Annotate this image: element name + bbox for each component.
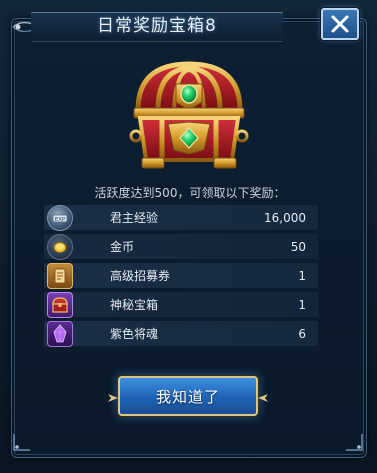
soul-crystal-glyph xyxy=(53,324,67,343)
reward-row-mystery-chest: 神秘宝箱 1 xyxy=(44,292,318,318)
treasure-chest-image xyxy=(129,61,249,169)
button-ornament-left xyxy=(108,394,118,402)
reward-name: 紫色将魂 xyxy=(110,327,159,341)
reward-quantity: 1 xyxy=(298,269,306,283)
corner-ornament-bottom-right xyxy=(346,434,363,451)
close-button[interactable] xyxy=(321,8,359,40)
lord-exp-icon: EXP xyxy=(47,205,73,231)
exp-badge-glyph: EXP xyxy=(52,214,68,223)
svg-text:EXP: EXP xyxy=(55,217,66,223)
recruit-ticket-icon xyxy=(47,263,73,289)
reward-name: 神秘宝箱 xyxy=(110,298,159,312)
reward-name: 高级招募券 xyxy=(110,269,171,283)
coin-glyph xyxy=(53,242,67,253)
reward-quantity: 16,000 xyxy=(264,211,306,225)
mystery-chest-icon xyxy=(47,292,73,318)
button-ornament-right xyxy=(258,394,268,402)
gold-coin-icon xyxy=(47,234,73,260)
purple-soul-icon xyxy=(47,321,73,347)
reward-row-recruit-ticket: 高级招募券 1 xyxy=(44,263,318,289)
corner-ornament-bottom-left xyxy=(13,434,30,451)
reward-row-purple-soul: 紫色将魂 6 xyxy=(44,321,318,347)
reward-quantity: 50 xyxy=(290,240,306,254)
confirm-button-label: 我知道了 xyxy=(155,388,220,406)
reward-condition-text: 活跃度达到500，可领取以下奖励： xyxy=(94,186,286,200)
ticket-glyph xyxy=(54,268,66,284)
reward-list: EXP 君主经验 16,000 金币 50 高级招募券 1 神秘宝箱 1 紫色将… xyxy=(44,205,318,350)
reward-name: 君主经验 xyxy=(110,211,159,225)
small-chest-glyph xyxy=(52,297,68,313)
close-icon xyxy=(331,15,349,33)
reward-row-gold: 金币 50 xyxy=(44,234,318,260)
reward-quantity: 6 xyxy=(298,327,306,341)
reward-row-lord-exp: EXP 君主经验 16,000 xyxy=(44,205,318,231)
dialog-title: 日常奖励宝箱8 xyxy=(97,16,217,36)
confirm-button[interactable]: 我知道了 xyxy=(108,376,268,416)
reward-name: 金币 xyxy=(110,240,135,254)
reward-quantity: 1 xyxy=(298,298,306,312)
dialog-header: 日常奖励宝箱8 xyxy=(11,8,311,42)
